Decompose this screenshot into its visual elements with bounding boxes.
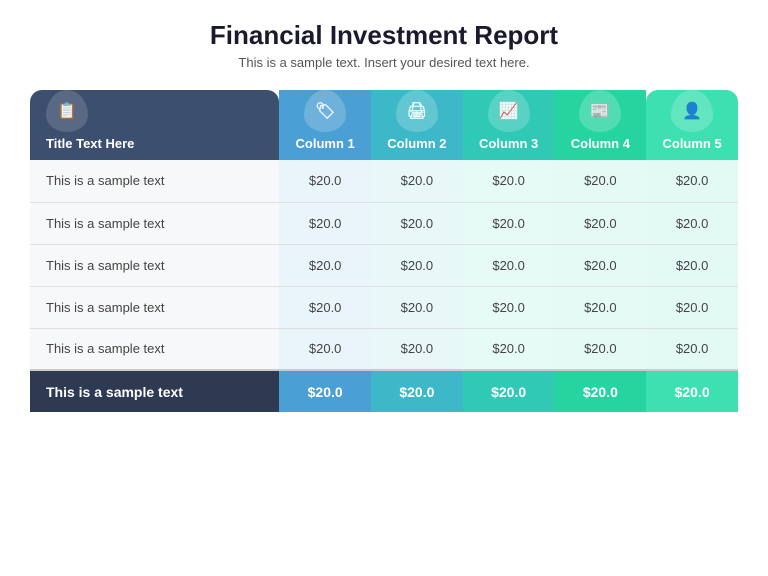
row-col3-cell: $20.0: [463, 328, 555, 370]
row-label-cell: This is a sample text: [30, 328, 279, 370]
total-label-cell: This is a sample text: [30, 370, 279, 412]
chart-icon: 📈: [499, 101, 519, 121]
col5-icon-bubble: 👤: [671, 90, 713, 132]
row-label-cell: This is a sample text: [30, 286, 279, 328]
row-col2-cell: $20.0: [371, 286, 463, 328]
row-col4-cell: $20.0: [554, 244, 646, 286]
col1-header: 🏷 Column 1: [279, 90, 371, 160]
row-col4-cell: $20.0: [554, 202, 646, 244]
page-title: Financial Investment Report: [210, 20, 558, 51]
row-col3-cell: $20.0: [463, 244, 555, 286]
col3-label: Column 3: [479, 136, 538, 152]
col4-label: Column 4: [571, 136, 630, 152]
row-col4-cell: $20.0: [554, 328, 646, 370]
row-col1-cell: $20.0: [279, 286, 371, 328]
col2-label: Column 2: [387, 136, 446, 152]
title-icon-bubble: 📋: [46, 90, 88, 132]
row-label-cell: This is a sample text: [30, 244, 279, 286]
row-col1-cell: $20.0: [279, 244, 371, 286]
col2-header: 🖨 Column 2: [371, 90, 463, 160]
row-col5-cell: $20.0: [646, 202, 738, 244]
total-col4-cell: $20.0: [554, 370, 646, 412]
row-col3-cell: $20.0: [463, 160, 555, 202]
col5-header: 👤 Column 5: [646, 90, 738, 160]
table-header-row: 📋 Title Text Here 🏷 Column 1: [30, 90, 738, 160]
col3-header: 📈 Column 3: [463, 90, 555, 160]
clipboard-icon: 📋: [57, 101, 77, 121]
total-col5-cell: $20.0: [646, 370, 738, 412]
tag-icon: 🏷: [315, 101, 335, 121]
total-col1-cell: $20.0: [279, 370, 371, 412]
financial-table: 📋 Title Text Here 🏷 Column 1: [30, 90, 738, 412]
col1-label: Column 1: [296, 136, 355, 152]
col4-header: 📰 Column 4: [554, 90, 646, 160]
row-col1-cell: $20.0: [279, 160, 371, 202]
table-row: This is a sample text$20.0$20.0$20.0$20.…: [30, 244, 738, 286]
row-col2-cell: $20.0: [371, 202, 463, 244]
row-col2-cell: $20.0: [371, 328, 463, 370]
col1-icon-bubble: 🏷: [304, 90, 346, 132]
table-wrapper: 📋 Title Text Here 🏷 Column 1: [30, 90, 738, 412]
page-subtitle: This is a sample text. Insert your desir…: [238, 55, 529, 70]
total-col3-cell: $20.0: [463, 370, 555, 412]
row-col1-cell: $20.0: [279, 202, 371, 244]
row-col3-cell: $20.0: [463, 202, 555, 244]
news-icon: 📰: [590, 101, 610, 121]
table-row: This is a sample text$20.0$20.0$20.0$20.…: [30, 160, 738, 202]
row-col4-cell: $20.0: [554, 286, 646, 328]
table-row: This is a sample text$20.0$20.0$20.0$20.…: [30, 202, 738, 244]
row-col3-cell: $20.0: [463, 286, 555, 328]
total-col2-cell: $20.0: [371, 370, 463, 412]
row-col5-cell: $20.0: [646, 160, 738, 202]
col-title-label: Title Text Here: [46, 136, 134, 152]
person-icon: 👤: [682, 101, 702, 121]
row-col1-cell: $20.0: [279, 328, 371, 370]
total-row: This is a sample text$20.0$20.0$20.0$20.…: [30, 370, 738, 412]
table-row: This is a sample text$20.0$20.0$20.0$20.…: [30, 328, 738, 370]
col4-icon-bubble: 📰: [579, 90, 621, 132]
row-col5-cell: $20.0: [646, 286, 738, 328]
col3-icon-bubble: 📈: [488, 90, 530, 132]
col5-label: Column 5: [662, 136, 721, 152]
table-row: This is a sample text$20.0$20.0$20.0$20.…: [30, 286, 738, 328]
col2-icon-bubble: 🖨: [396, 90, 438, 132]
row-col5-cell: $20.0: [646, 328, 738, 370]
row-label-cell: This is a sample text: [30, 160, 279, 202]
row-col4-cell: $20.0: [554, 160, 646, 202]
printer-icon: 🖨: [407, 101, 427, 121]
col-title-header: 📋 Title Text Here: [30, 90, 279, 160]
row-label-cell: This is a sample text: [30, 202, 279, 244]
row-col5-cell: $20.0: [646, 244, 738, 286]
row-col2-cell: $20.0: [371, 244, 463, 286]
row-col2-cell: $20.0: [371, 160, 463, 202]
